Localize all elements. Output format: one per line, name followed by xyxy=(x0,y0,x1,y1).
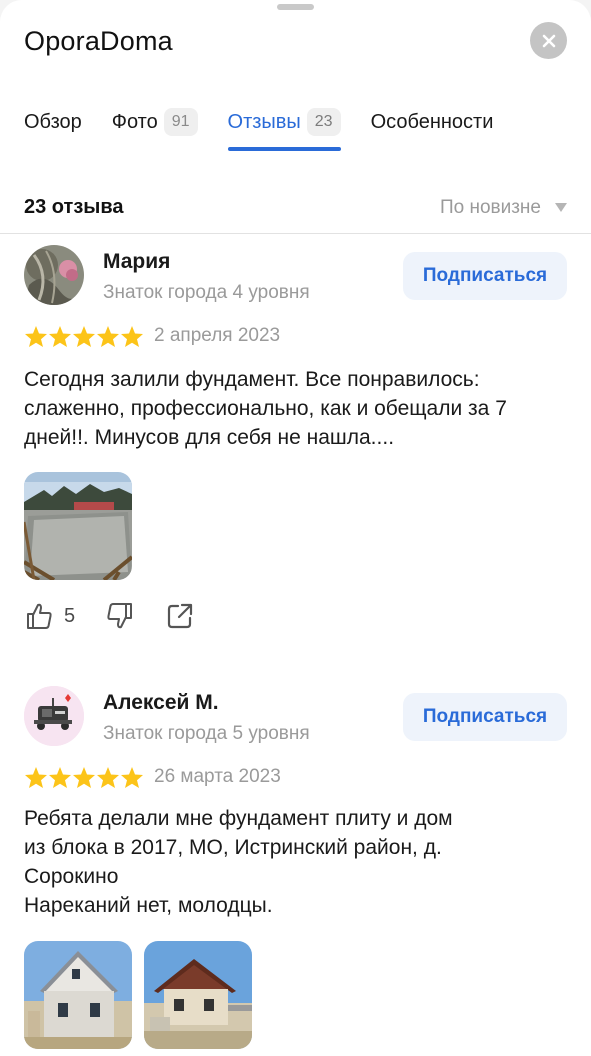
review-count: 23 отзыва xyxy=(24,196,124,218)
star-icon xyxy=(73,326,95,347)
robot-avatar-image xyxy=(24,686,84,746)
author-name[interactable]: Мария xyxy=(103,250,170,274)
tab-label: Обзор xyxy=(24,110,82,133)
star-icon xyxy=(97,767,119,788)
like-button[interactable]: 5 xyxy=(24,601,75,631)
house-photo xyxy=(144,941,252,1049)
page-title: OporaDoma xyxy=(24,26,173,56)
review-actions: 5 xyxy=(24,601,195,631)
thumbs-down-icon xyxy=(107,603,133,629)
author-level: Знаток города 5 уровня xyxy=(103,723,310,744)
avatar[interactable] xyxy=(24,245,84,305)
author-level: Знаток города 4 уровня xyxy=(103,282,310,303)
sort-dropdown[interactable]: По новизне xyxy=(440,197,567,219)
house-photo xyxy=(24,941,132,1049)
rating-stars xyxy=(24,766,144,789)
tab-label: Фото xyxy=(111,110,158,133)
avatar-image xyxy=(24,245,84,305)
star-icon xyxy=(97,326,119,347)
tab-bar: Обзор Фото 91 Отзывы 23 Особенности xyxy=(24,104,523,152)
review-photo[interactable] xyxy=(24,941,132,1049)
author-name[interactable]: Алексей М. xyxy=(103,691,219,715)
thumbs-up-icon xyxy=(27,603,52,629)
star-icon xyxy=(49,326,71,347)
close-button[interactable] xyxy=(530,22,567,59)
star-icon xyxy=(73,767,95,788)
review-photo[interactable] xyxy=(144,941,252,1049)
review-text: Ребята делали мне фундамент плиту и дом … xyxy=(24,807,453,917)
review-date: 26 марта 2023 xyxy=(154,766,281,787)
like-count: 5 xyxy=(64,604,76,627)
drag-handle[interactable] xyxy=(277,4,314,10)
star-icon xyxy=(25,767,47,788)
tab-count-badge: 23 xyxy=(306,108,341,136)
review-date: 2 апреля 2023 xyxy=(154,325,281,346)
tab-overview[interactable]: Обзор xyxy=(24,104,82,140)
tab-reviews[interactable]: Отзывы 23 xyxy=(227,104,341,151)
divider xyxy=(0,233,591,234)
rating-stars xyxy=(24,325,144,348)
reviews-header: 23 отзыва По новизне xyxy=(24,196,567,219)
subscribe-button[interactable]: Подписаться xyxy=(403,252,567,300)
tab-label: Особенности xyxy=(370,110,494,133)
sort-label: По новизне xyxy=(439,196,541,218)
share-icon xyxy=(168,603,193,629)
review-photo[interactable] xyxy=(24,472,132,580)
tab-label: Отзывы xyxy=(227,110,301,133)
dropdown-arrow-icon xyxy=(555,203,567,212)
avatar[interactable] xyxy=(24,686,84,746)
place-card-sheet: OporaDoma Обзор Фото 91 Отзывы 23 Особен… xyxy=(0,0,591,1056)
review-text: Сегодня залили фундамент. Все понравилос… xyxy=(24,368,507,449)
star-icon xyxy=(121,326,143,347)
foundation-photo xyxy=(24,472,132,580)
star-icon xyxy=(121,767,143,788)
star-icon xyxy=(25,326,47,347)
subscribe-button[interactable]: Подписаться xyxy=(403,693,567,741)
tab-count-badge: 91 xyxy=(163,108,198,136)
dislike-button[interactable] xyxy=(105,601,135,631)
star-icon xyxy=(49,767,71,788)
tab-features[interactable]: Особенности xyxy=(371,104,494,140)
close-icon xyxy=(542,34,555,47)
tab-photos[interactable]: Фото 91 xyxy=(112,104,198,140)
share-button[interactable] xyxy=(165,601,195,631)
